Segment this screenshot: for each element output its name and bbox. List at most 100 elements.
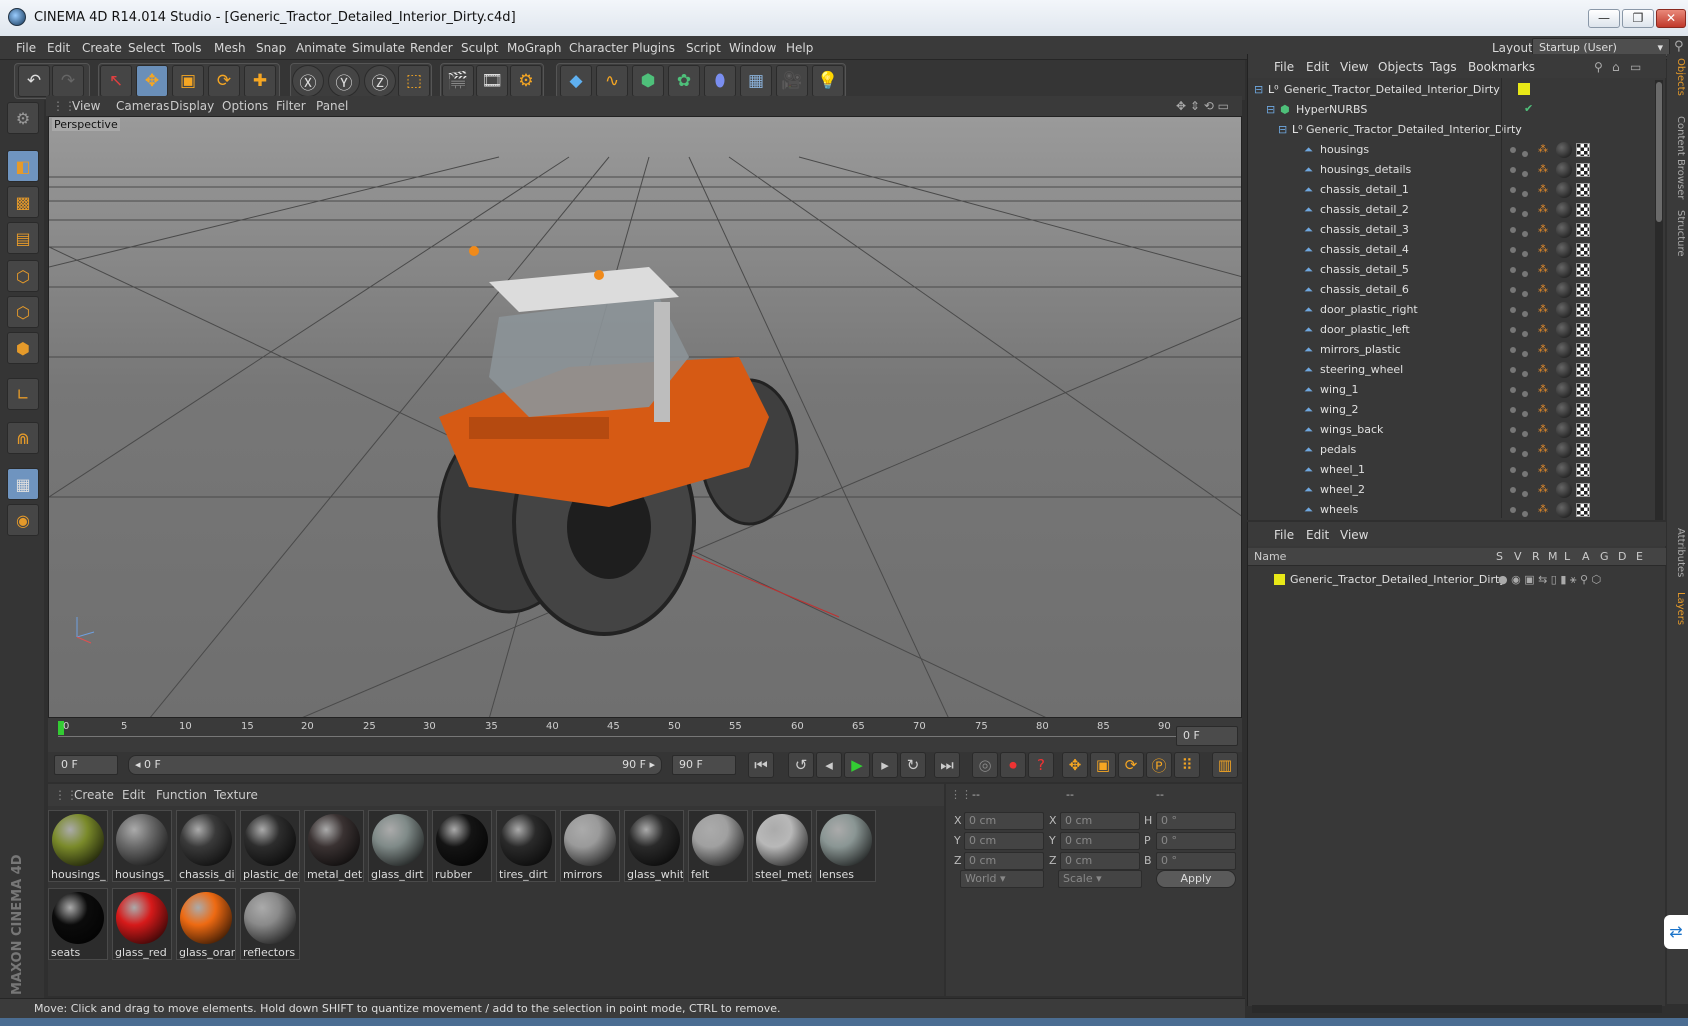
- texture-tag-icon[interactable]: [1576, 463, 1590, 477]
- play-icon[interactable]: ▶: [844, 752, 870, 778]
- polygons-mode-icon[interactable]: ⬢: [7, 332, 39, 364]
- material-swatch[interactable]: tires_dirt: [496, 810, 556, 882]
- render-picture-viewer-icon[interactable]: 🎞: [476, 65, 508, 97]
- object-row[interactable]: ⏶ wheels ⁂: [1248, 500, 1646, 520]
- go-to-end-icon[interactable]: ⏭: [934, 752, 960, 778]
- material-tag-icon[interactable]: [1556, 382, 1572, 398]
- render-visibility-dot[interactable]: [1522, 351, 1528, 357]
- viewport-menu-view[interactable]: View: [72, 99, 100, 113]
- next-frame-icon[interactable]: ▸: [872, 752, 898, 778]
- texture-tag-icon[interactable]: [1576, 283, 1590, 297]
- light-icon[interactable]: 💡: [812, 65, 844, 97]
- scrollbar-thumb[interactable]: [1656, 82, 1662, 222]
- menu-script[interactable]: Script: [686, 41, 721, 55]
- move-tool-icon[interactable]: ✥: [136, 65, 168, 97]
- render-visibility-dot[interactable]: [1522, 511, 1528, 517]
- coordinate-system-icon[interactable]: ⬚: [398, 65, 430, 97]
- objects-menu-edit[interactable]: Edit: [1306, 60, 1329, 74]
- material-swatch[interactable]: glass_dirt: [368, 810, 428, 882]
- position-x-field[interactable]: 0 cm: [964, 812, 1044, 830]
- z-axis-lock-icon[interactable]: Ⓩ: [364, 65, 396, 97]
- layer-toggle-icons[interactable]: ● ◉ ▣ ⇆ ▯ ▮ ⚹ ⚲ ⬡: [1498, 573, 1601, 587]
- render-visibility-dot[interactable]: [1522, 371, 1528, 377]
- objects-menu-file[interactable]: File: [1274, 60, 1294, 74]
- viewport-menu-panel[interactable]: Panel: [316, 99, 348, 113]
- viewport-menu-display[interactable]: Display: [170, 99, 214, 113]
- position-z-field[interactable]: 0 cm: [964, 852, 1044, 870]
- position-y-field[interactable]: 0 cm: [964, 832, 1044, 850]
- autokey-icon[interactable]: ⏺: [1000, 752, 1026, 778]
- menu-animate[interactable]: Animate: [296, 41, 346, 55]
- viewport-menu-filter[interactable]: Filter: [276, 99, 306, 113]
- material-swatch[interactable]: chassis_dir: [176, 810, 236, 882]
- render-visibility-dot[interactable]: [1522, 151, 1528, 157]
- 3d-viewport[interactable]: Perspective: [48, 116, 1242, 718]
- object-row[interactable]: ⏶ chassis_detail_3 ⁂: [1248, 220, 1646, 240]
- edges-mode-icon[interactable]: ⬡: [7, 296, 39, 328]
- object-row[interactable]: ⏶ wings_back ⁂: [1248, 420, 1646, 440]
- editor-visibility-dot[interactable]: [1510, 367, 1516, 373]
- editor-visibility-dot[interactable]: [1510, 507, 1516, 513]
- texture-tag-icon[interactable]: [1576, 443, 1590, 457]
- render-visibility-dot[interactable]: [1522, 331, 1528, 337]
- object-row[interactable]: ⏶ chassis_detail_2 ⁂: [1248, 200, 1646, 220]
- material-tag-icon[interactable]: [1556, 442, 1572, 458]
- model-mode-icon[interactable]: ◧: [7, 150, 39, 182]
- previous-key-icon[interactable]: ↺: [788, 752, 814, 778]
- object-row[interactable]: ⏶ pedals ⁂: [1248, 440, 1646, 460]
- menu-select[interactable]: Select: [128, 41, 165, 55]
- phong-tag-icon[interactable]: ⁂: [1538, 384, 1550, 396]
- phong-tag-icon[interactable]: ⁂: [1538, 284, 1550, 296]
- texture-tag-icon[interactable]: [1576, 143, 1590, 157]
- material-swatch[interactable]: felt: [688, 810, 748, 882]
- menu-simulate[interactable]: Simulate: [352, 41, 405, 55]
- texture-tag-icon[interactable]: [1576, 223, 1590, 237]
- object-row[interactable]: ⏶ wheel_2 ⁂: [1248, 480, 1646, 500]
- coord-mode-select[interactable]: Scale ▾: [1058, 870, 1142, 888]
- object-row[interactable]: ⏶ housings_details ⁂: [1248, 160, 1646, 180]
- tab-objects[interactable]: Objects: [1669, 58, 1686, 96]
- objects-menu-tags[interactable]: Tags: [1430, 60, 1457, 74]
- phong-tag-icon[interactable]: ⁂: [1538, 184, 1550, 196]
- menu-render[interactable]: Render: [410, 41, 453, 55]
- menu-edit[interactable]: Edit: [47, 41, 70, 55]
- material-tag-icon[interactable]: [1556, 242, 1572, 258]
- search-icon[interactable]: ⚲: [1594, 60, 1603, 74]
- editor-visibility-dot[interactable]: [1510, 327, 1516, 333]
- texture-mode-icon[interactable]: ▩: [7, 186, 39, 218]
- material-tag-icon[interactable]: [1556, 302, 1572, 318]
- material-swatch[interactable]: metal_deta: [304, 810, 364, 882]
- camera-icon[interactable]: 🎥: [776, 65, 808, 97]
- close-button[interactable]: ✕: [1656, 9, 1686, 28]
- key-rotation-icon[interactable]: ⟳: [1118, 752, 1144, 778]
- render-visibility-dot[interactable]: [1522, 411, 1528, 417]
- texture-tag-icon[interactable]: [1576, 183, 1590, 197]
- phong-tag-icon[interactable]: ⁂: [1538, 244, 1550, 256]
- render-visibility-dot[interactable]: [1522, 251, 1528, 257]
- material-swatch[interactable]: mirrors: [560, 810, 620, 882]
- editor-visibility-dot[interactable]: [1510, 407, 1516, 413]
- material-swatch[interactable]: seats: [48, 888, 108, 960]
- editor-visibility-dot[interactable]: [1510, 427, 1516, 433]
- layer-horizontal-scrollbar[interactable]: [1252, 1005, 1662, 1013]
- remote-support-icon[interactable]: ⇄: [1664, 915, 1688, 949]
- object-row[interactable]: ⏶ wing_1 ⁂: [1248, 380, 1646, 400]
- render-visibility-dot[interactable]: [1522, 311, 1528, 317]
- start-frame-field[interactable]: 0 F: [54, 755, 118, 775]
- object-row[interactable]: ⏶ housings ⁂: [1248, 140, 1646, 160]
- menu-tools[interactable]: Tools: [172, 41, 202, 55]
- redo-icon[interactable]: ↷: [52, 65, 84, 97]
- phong-tag-icon[interactable]: ⁂: [1538, 204, 1550, 216]
- editor-visibility-dot[interactable]: [1510, 447, 1516, 453]
- coord-space-select[interactable]: World ▾: [960, 870, 1044, 888]
- render-visibility-dot[interactable]: [1522, 211, 1528, 217]
- size-x-field[interactable]: 0 cm: [1060, 812, 1140, 830]
- material-tag-icon[interactable]: [1556, 482, 1572, 498]
- layer-color-swatch[interactable]: [1518, 83, 1530, 95]
- material-menu-edit[interactable]: Edit: [122, 788, 145, 802]
- object-row[interactable]: ⏶ wing_2 ⁂: [1248, 400, 1646, 420]
- render-visibility-dot[interactable]: [1522, 491, 1528, 497]
- live-selection-icon[interactable]: ↖: [100, 65, 132, 97]
- phong-tag-icon[interactable]: ⁂: [1538, 504, 1550, 516]
- tractor-model[interactable]: [437, 246, 799, 636]
